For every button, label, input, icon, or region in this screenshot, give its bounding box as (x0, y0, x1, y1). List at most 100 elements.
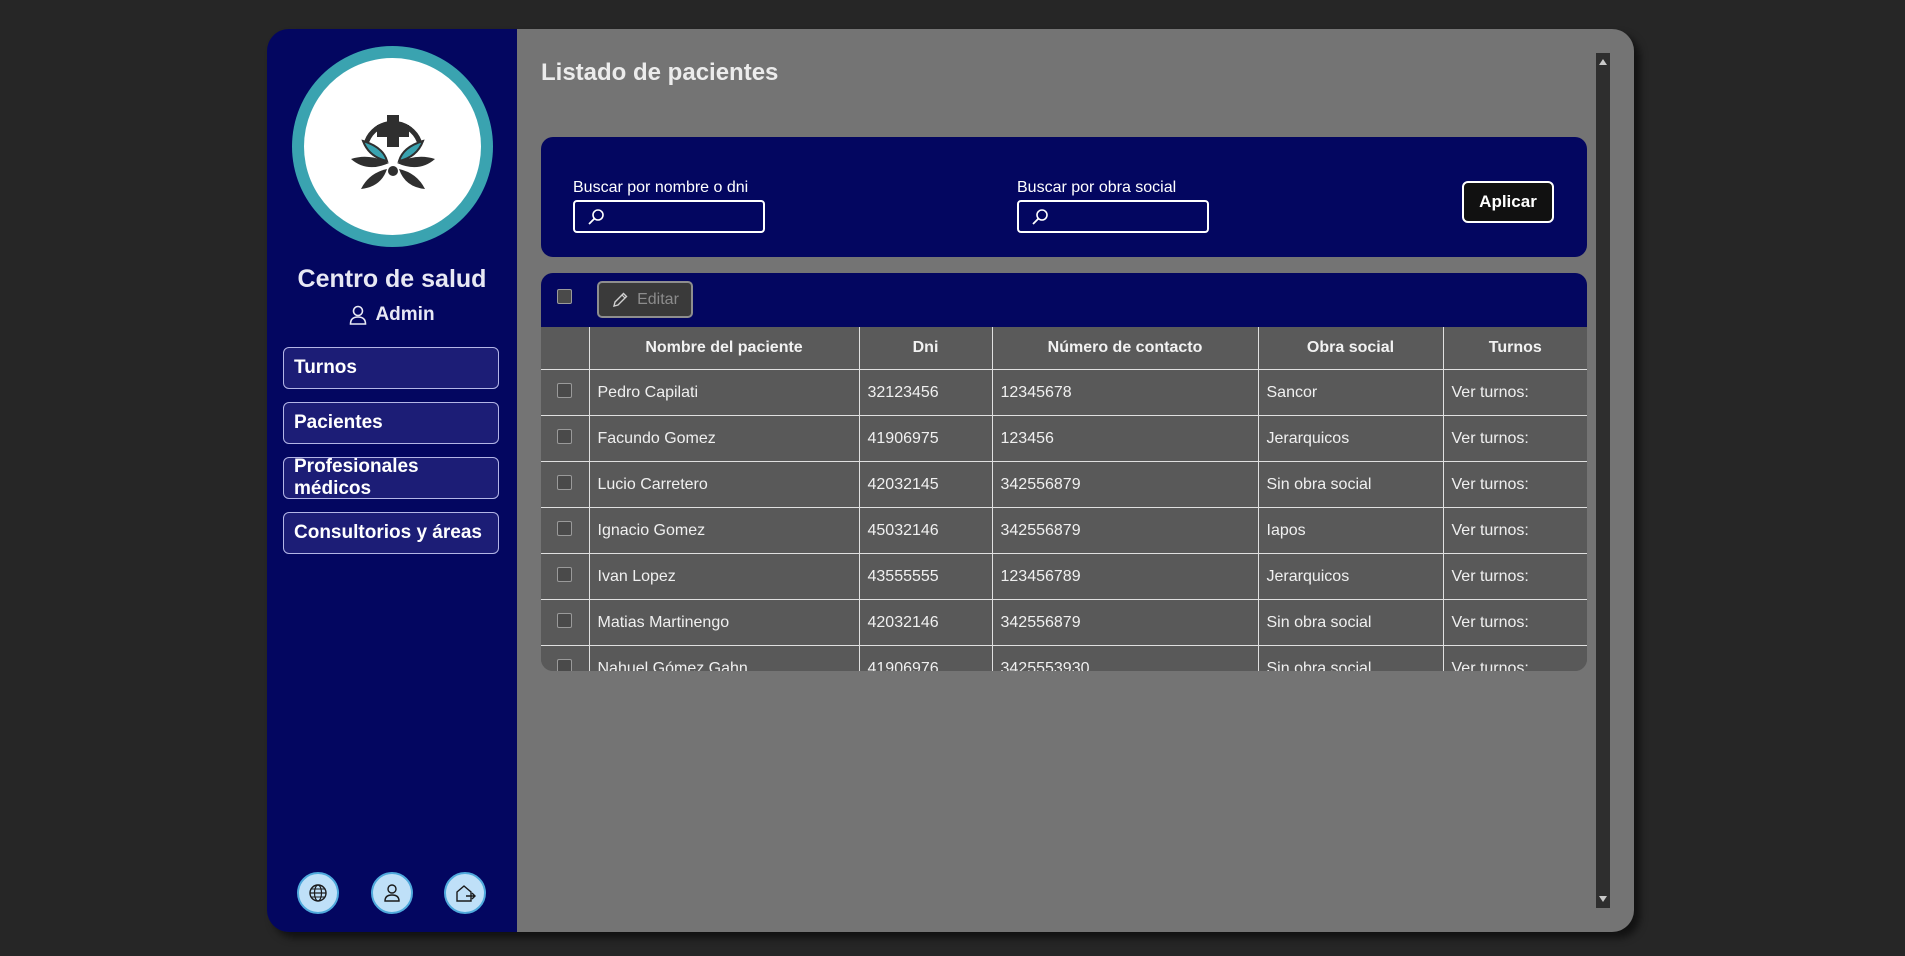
header-name: Nombre del paciente (589, 327, 860, 370)
logout-button[interactable] (444, 872, 486, 914)
nav-profesionales-button[interactable]: Profesionales médicos (283, 456, 499, 499)
patient-contact: 3425553930 (992, 645, 1259, 671)
view-turnos-link[interactable]: Ver turnos: (1443, 599, 1587, 646)
patient-contact: 342556879 (992, 507, 1259, 554)
app-window: Centro de salud Admin Turnos Pacientes P… (267, 29, 1634, 932)
page-title: Listado de pacientes (541, 59, 779, 86)
view-turnos-link[interactable]: Ver turnos: (1443, 507, 1587, 554)
table-row[interactable]: Matias Martinengo 42032146 342556879 Sin… (541, 599, 1587, 646)
logout-icon (456, 885, 476, 902)
apply-button[interactable]: Aplicar (1462, 181, 1554, 223)
logo (292, 46, 493, 247)
patient-insurance: Sancor (1258, 369, 1444, 416)
patient-dni: 32123456 (859, 369, 993, 416)
patient-dni: 42032145 (859, 461, 993, 508)
row-checkbox[interactable] (556, 566, 572, 582)
patient-dni: 42032146 (859, 599, 993, 646)
patient-dni: 43555555 (859, 553, 993, 600)
patient-dni: 41906976 (859, 645, 993, 671)
view-turnos-link[interactable]: Ver turnos: (1443, 461, 1587, 508)
patient-name: Nahuel Gómez Gahn (589, 645, 860, 671)
patient-insurance: Iapos (1258, 507, 1444, 554)
view-turnos-link[interactable]: Ver turnos: (1443, 645, 1587, 671)
view-turnos-link[interactable]: Ver turnos: (1443, 415, 1587, 462)
profile-button[interactable] (371, 872, 413, 914)
row-select-cell (541, 645, 590, 671)
table-row[interactable]: Lucio Carretero 42032145 342556879 Sin o… (541, 461, 1587, 508)
globe-icon (309, 884, 327, 902)
row-select-cell (541, 415, 590, 462)
row-checkbox[interactable] (556, 520, 572, 536)
patient-contact: 12345678 (992, 369, 1259, 416)
name-search-label: Buscar por nombre o dni (573, 179, 749, 196)
table-row[interactable]: Ignacio Gomez 45032146 342556879 Iapos V… (541, 507, 1587, 554)
row-select-cell (541, 599, 590, 646)
scroll-down-arrow-icon[interactable] (1596, 892, 1610, 906)
sidebar: Centro de salud Admin Turnos Pacientes P… (267, 29, 517, 932)
patients-table-container: Editar Nombre del paciente Dni Número de… (541, 273, 1587, 671)
table-toolbar: Editar (541, 273, 1587, 327)
patient-contact: 123456 (992, 415, 1259, 462)
logo-inner (304, 58, 481, 235)
patient-contact: 342556879 (992, 461, 1259, 508)
insurance-search-label: Buscar por obra social (1017, 179, 1177, 196)
select-all-checkbox[interactable] (557, 289, 572, 304)
header-dni: Dni (859, 327, 993, 370)
header-turnos: Turnos (1443, 327, 1587, 370)
pencil-icon (613, 292, 628, 307)
patient-dni: 41906975 (859, 415, 993, 462)
patient-insurance: Sin obra social (1258, 599, 1444, 646)
row-checkbox[interactable] (556, 612, 572, 628)
current-user: Admin (267, 304, 517, 326)
insurance-search-input[interactable] (1055, 207, 1199, 226)
scroll-up-arrow-icon[interactable] (1596, 55, 1610, 69)
patient-insurance: Sin obra social (1258, 645, 1444, 671)
patients-table: Nombre del paciente Dni Número de contac… (541, 327, 1587, 671)
row-checkbox[interactable] (556, 382, 572, 398)
health-center-logo-icon (350, 114, 435, 189)
table-row[interactable]: Pedro Capilati 32123456 12345678 Sancor … (541, 369, 1587, 416)
patient-name: Ignacio Gomez (589, 507, 860, 554)
header-insurance: Obra social (1258, 327, 1444, 370)
patient-name: Facundo Gomez (589, 415, 860, 462)
search-icon (588, 208, 604, 225)
table-header-row: Nombre del paciente Dni Número de contac… (541, 327, 1587, 370)
edit-button-label: Editar (637, 290, 679, 308)
patient-insurance: Sin obra social (1258, 461, 1444, 508)
row-select-cell (541, 553, 590, 600)
insurance-search-field[interactable] (1017, 200, 1209, 233)
language-button[interactable] (297, 872, 339, 914)
name-search-input[interactable] (611, 207, 755, 226)
row-checkbox[interactable] (556, 474, 572, 490)
user-icon (350, 305, 367, 325)
row-select-cell (541, 461, 590, 508)
patient-contact: 342556879 (992, 599, 1259, 646)
main-content: Listado de pacientes Buscar por nombre o… (517, 29, 1634, 932)
nav-turnos-button[interactable]: Turnos (283, 347, 499, 389)
header-select (541, 327, 590, 370)
nav-consultorios-button[interactable]: Consultorios y áreas (283, 512, 499, 554)
search-icon (1032, 208, 1048, 225)
edit-button[interactable]: Editar (597, 281, 693, 318)
name-search-field[interactable] (573, 200, 765, 233)
patient-insurance: Jerarquicos (1258, 553, 1444, 600)
nav-pacientes-button[interactable]: Pacientes (283, 402, 499, 444)
user-name: Admin (375, 304, 435, 325)
row-select-cell (541, 507, 590, 554)
view-turnos-link[interactable]: Ver turnos: (1443, 369, 1587, 416)
table-row[interactable]: Ivan Lopez 43555555 123456789 Jerarquico… (541, 553, 1587, 600)
patient-contact: 123456789 (992, 553, 1259, 600)
patient-name: Lucio Carretero (589, 461, 860, 508)
row-checkbox[interactable] (556, 658, 572, 671)
patient-name: Pedro Capilati (589, 369, 860, 416)
view-turnos-link[interactable]: Ver turnos: (1443, 553, 1587, 600)
vertical-scrollbar[interactable] (1596, 53, 1610, 908)
header-contact: Número de contacto (992, 327, 1259, 370)
filter-panel: Buscar por nombre o dni Buscar por obra … (541, 137, 1587, 257)
row-checkbox[interactable] (556, 428, 572, 444)
patient-dni: 45032146 (859, 507, 993, 554)
center-name: Centro de salud (297, 265, 487, 293)
table-row[interactable]: Facundo Gomez 41906975 123456 Jerarquico… (541, 415, 1587, 462)
user-icon (384, 884, 400, 902)
table-row[interactable]: Nahuel Gómez Gahn 41906976 3425553930 Si… (541, 645, 1587, 671)
